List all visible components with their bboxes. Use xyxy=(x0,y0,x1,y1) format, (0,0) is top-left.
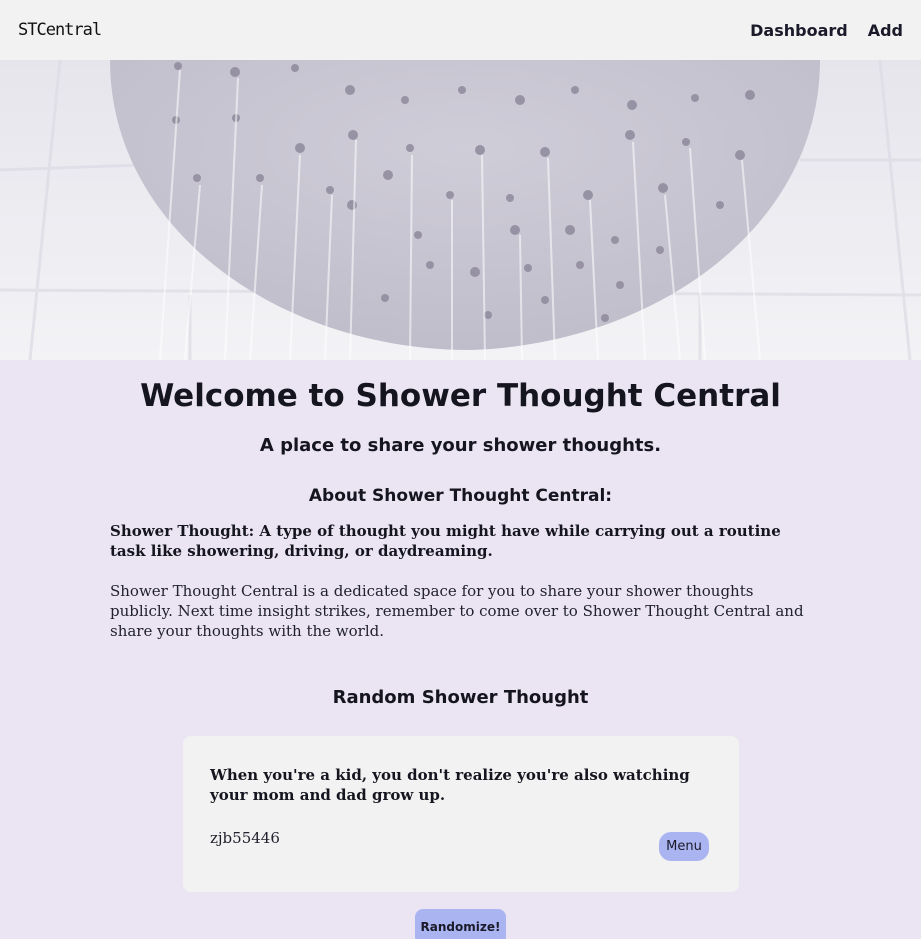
shower-head-illustration xyxy=(0,60,921,360)
thought-card: When you're a kid, you don't realize you… xyxy=(183,736,739,892)
navbar: STCentral Dashboard Add xyxy=(0,0,921,60)
nav-links: Dashboard Add xyxy=(750,21,903,40)
thought-author: zjb55446 xyxy=(210,829,280,847)
page-title: Welcome to Shower Thought Central xyxy=(140,378,781,414)
nav-link-dashboard[interactable]: Dashboard xyxy=(750,21,848,40)
page-subtitle: A place to share your shower thoughts. xyxy=(259,435,662,456)
brand-logo-link[interactable]: STCentral xyxy=(18,20,102,40)
about-heading: About Shower Thought Central: xyxy=(308,486,613,506)
thought-text: When you're a kid, you don't realize you… xyxy=(210,766,690,804)
shower-thought-definition: Shower Thought: A type of thought you mi… xyxy=(110,522,781,560)
thought-menu-button[interactable]: Menu xyxy=(659,832,709,861)
randomize-button[interactable]: Randomize! xyxy=(415,909,506,939)
random-thought-heading: Random Shower Thought xyxy=(332,687,589,708)
nav-link-add[interactable]: Add xyxy=(868,21,903,40)
hero-shower-head-image xyxy=(0,60,921,360)
about-description: Shower Thought Central is a dedicated sp… xyxy=(110,582,804,640)
